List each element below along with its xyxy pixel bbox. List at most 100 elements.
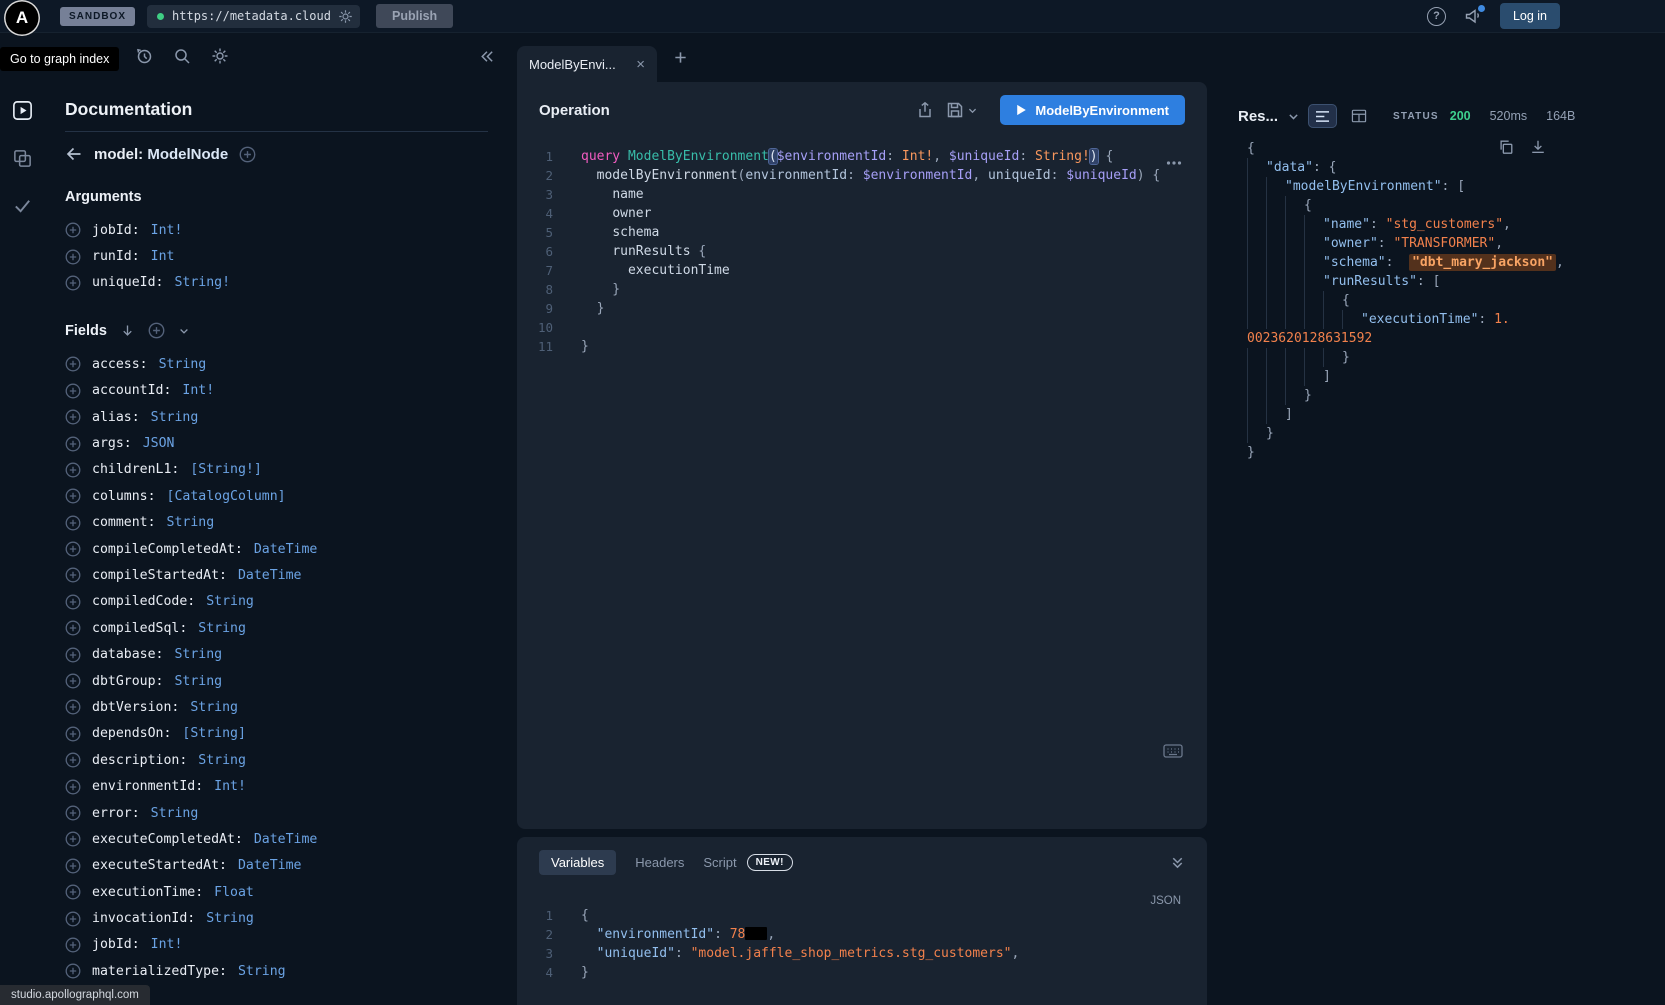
collapse-variables-icon[interactable] [1170, 855, 1185, 870]
checks-icon[interactable] [12, 195, 33, 216]
add-to-query-icon[interactable] [65, 356, 81, 372]
login-button[interactable]: Log in [1500, 3, 1560, 29]
share-operation-icon[interactable] [916, 101, 934, 119]
field-row[interactable]: uniqueId:String! [65, 270, 488, 296]
add-to-query-icon[interactable] [65, 541, 81, 557]
field-row[interactable]: executeCompletedAt:DateTime [65, 826, 488, 852]
field-row[interactable]: compileStartedAt:DateTime [65, 562, 488, 588]
add-to-query-icon[interactable] [65, 436, 81, 452]
collapse-response-icon[interactable] [1287, 110, 1300, 123]
add-to-query-icon[interactable] [65, 911, 81, 927]
field-row[interactable]: executionTime:Float [65, 879, 488, 905]
tab-headers[interactable]: Headers [635, 855, 684, 870]
add-to-query-icon[interactable] [65, 620, 81, 636]
field-row[interactable]: executeStartedAt:DateTime [65, 853, 488, 879]
add-to-query-icon[interactable] [65, 673, 81, 689]
add-to-query-icon[interactable] [65, 963, 81, 979]
field-name: compileCompletedAt: [92, 542, 243, 557]
add-to-query-icon[interactable] [65, 752, 81, 768]
add-fields-dropdown-icon[interactable] [178, 325, 190, 337]
save-operation-icon[interactable] [946, 101, 964, 119]
sort-fields-icon[interactable] [120, 323, 135, 338]
explorer-icon[interactable] [11, 99, 34, 122]
endpoint-url-input[interactable]: https://metadata.cloud.get [147, 5, 360, 28]
add-to-query-icon[interactable] [65, 594, 81, 610]
add-to-query-icon[interactable] [65, 805, 81, 821]
publish-button[interactable]: Publish [376, 4, 453, 28]
field-row[interactable]: environmentId:Int! [65, 773, 488, 799]
tab-variables[interactable]: Variables [539, 850, 616, 875]
add-to-query-icon[interactable] [65, 647, 81, 663]
field-row[interactable]: jobId:Int! [65, 932, 488, 958]
schema-icon[interactable] [12, 148, 33, 169]
apollo-logo[interactable]: A [4, 0, 40, 36]
announcements-megaphone-icon[interactable] [1464, 7, 1482, 25]
field-row[interactable]: dbtVersion:String [65, 694, 488, 720]
fields-heading-row: Fields [65, 322, 488, 339]
add-to-query-icon[interactable] [65, 726, 81, 742]
field-row[interactable]: dbtGroup:String [65, 668, 488, 694]
new-tab-icon[interactable] [673, 50, 688, 65]
field-row[interactable]: database:String [65, 641, 488, 667]
field-row[interactable]: dependsOn:[String] [65, 721, 488, 747]
tab-script[interactable]: Script [703, 855, 736, 870]
add-all-fields-icon[interactable] [148, 322, 165, 339]
field-row[interactable]: comment:String [65, 510, 488, 536]
field-row[interactable]: runId:Int [65, 243, 488, 269]
add-to-query-icon[interactable] [65, 515, 81, 531]
settings-gear-icon[interactable] [211, 47, 229, 65]
field-type: String [167, 515, 215, 530]
add-to-query-icon[interactable] [65, 275, 81, 291]
close-tab-icon[interactable]: × [636, 57, 645, 72]
keyboard-shortcuts-icon[interactable] [1163, 743, 1183, 759]
more-options-icon[interactable] [1165, 154, 1183, 172]
add-to-query-icon[interactable] [65, 567, 81, 583]
field-row[interactable]: childrenL1:[String!] [65, 457, 488, 483]
add-to-query-icon[interactable] [65, 249, 81, 265]
collapse-docs-panel-icon[interactable] [478, 48, 495, 65]
field-row[interactable]: access:String [65, 351, 488, 377]
add-to-query-icon[interactable] [65, 831, 81, 847]
field-row[interactable]: args:JSON [65, 430, 488, 456]
field-row[interactable]: accountId:Int! [65, 378, 488, 404]
variables-editor[interactable]: 1{2 "environmentId": 78,3 "uniqueId": "m… [517, 897, 1207, 982]
field-row[interactable]: materializedType:String [65, 958, 488, 984]
back-arrow-icon[interactable] [65, 145, 83, 163]
add-to-query-icon[interactable] [65, 383, 81, 399]
field-row[interactable]: columns:[CatalogColumn] [65, 483, 488, 509]
help-icon[interactable]: ? [1427, 7, 1446, 26]
search-icon[interactable] [173, 47, 191, 65]
add-to-query-icon[interactable] [65, 937, 81, 953]
add-to-query-icon[interactable] [65, 858, 81, 874]
add-type-to-query-icon[interactable] [239, 146, 256, 163]
save-dropdown-chevron-icon[interactable] [967, 105, 978, 116]
field-row[interactable]: error:String [65, 800, 488, 826]
endpoint-url[interactable]: https://metadata.cloud.get [172, 9, 330, 23]
add-to-query-icon[interactable] [65, 488, 81, 504]
response-header: Res... STATUS 200 520ms 164B [1230, 105, 1665, 127]
type-kind: model: [94, 146, 143, 163]
add-to-query-icon[interactable] [65, 409, 81, 425]
add-to-query-icon[interactable] [65, 222, 81, 238]
history-icon[interactable] [135, 47, 153, 65]
copy-response-icon[interactable] [1498, 139, 1514, 155]
indent-guide [1266, 272, 1285, 291]
add-to-query-icon[interactable] [65, 699, 81, 715]
field-row[interactable]: invocationId:String [65, 905, 488, 931]
endpoint-settings-gear-icon[interactable] [338, 9, 353, 24]
tab-modelbyenvironment[interactable]: ModelByEnvi... × [517, 46, 657, 82]
response-format-json-icon[interactable] [1309, 105, 1336, 127]
field-row[interactable]: compiledSql:String [65, 615, 488, 641]
field-row[interactable]: jobId:Int! [65, 217, 488, 243]
add-to-query-icon[interactable] [65, 779, 81, 795]
download-response-icon[interactable] [1530, 139, 1546, 155]
add-to-query-icon[interactable] [65, 884, 81, 900]
field-row[interactable]: description:String [65, 747, 488, 773]
run-operation-button[interactable]: ModelByEnvironment [1000, 95, 1185, 125]
field-row[interactable]: compileCompletedAt:DateTime [65, 536, 488, 562]
add-to-query-icon[interactable] [65, 462, 81, 478]
response-format-table-icon[interactable] [1345, 105, 1372, 127]
field-row[interactable]: compiledCode:String [65, 589, 488, 615]
field-row[interactable]: alias:String [65, 404, 488, 430]
operation-editor[interactable]: 1query ModelByEnvironment($environmentId… [517, 138, 1207, 356]
